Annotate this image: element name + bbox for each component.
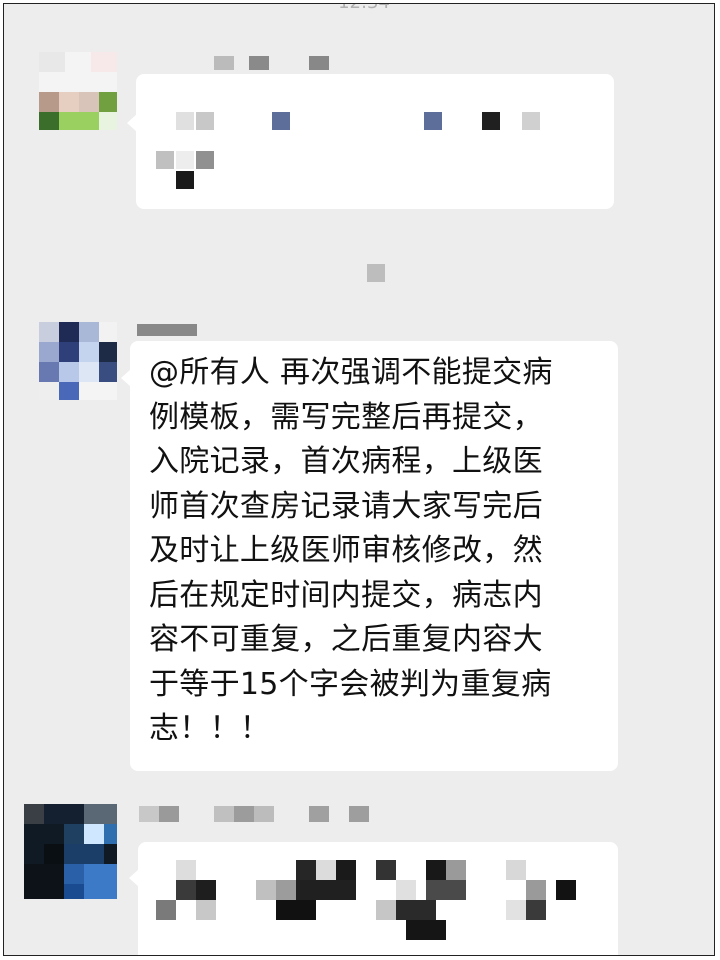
message-bubble-1[interactable]: [136, 74, 614, 209]
sender-name-2: [137, 324, 197, 336]
message-bubble-3[interactable]: [138, 842, 618, 955]
sender-name-3: [139, 806, 379, 822]
timestamp: 12:34: [284, 4, 444, 13]
sender-name-1: [214, 56, 329, 70]
avatar-3[interactable]: [24, 804, 117, 899]
chat-window: 12:34: [3, 3, 715, 956]
avatar-1[interactable]: [39, 52, 117, 130]
avatar-2[interactable]: [39, 322, 117, 400]
message-text-2: @所有人 再次强调不能提交病 例模板，需写完整后再提交， 入院记录，首次病程，上…: [149, 355, 553, 746]
separator-pixel: [367, 264, 385, 282]
